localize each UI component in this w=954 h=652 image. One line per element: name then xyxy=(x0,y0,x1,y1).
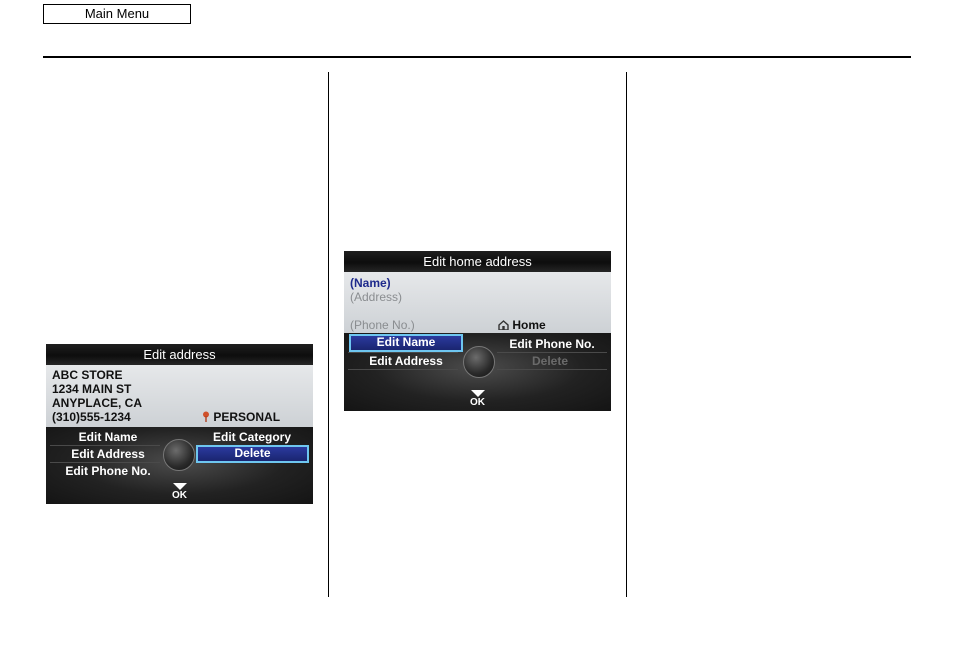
interface-knob[interactable] xyxy=(163,439,195,471)
place-street: 1234 MAIN ST xyxy=(52,382,132,396)
home-info-panel: (Name) (Address) (Phone No.) Home xyxy=(344,272,611,333)
header-divider xyxy=(43,56,911,58)
edit-category-button[interactable]: Edit Category xyxy=(196,429,308,445)
delete-button[interactable]: Delete xyxy=(196,445,309,463)
home-name: (Name) xyxy=(350,276,391,290)
place-city: ANYPLACE, CA xyxy=(52,396,143,410)
column-divider-right xyxy=(626,72,627,597)
category-indicator: PERSONAL xyxy=(202,410,280,424)
home-label: Home xyxy=(512,318,546,332)
place-phone: (310)555-1234 xyxy=(52,410,131,424)
main-menu-button[interactable]: Main Menu xyxy=(43,4,191,24)
edit-address-button[interactable]: Edit Address xyxy=(350,353,462,369)
ok-label: OK xyxy=(172,490,187,501)
home-indicator: Home xyxy=(498,318,546,332)
interface-knob[interactable] xyxy=(463,346,495,378)
screen-title: Edit home address xyxy=(344,251,611,272)
ok-arrow-icon xyxy=(173,483,187,490)
ok-label: OK xyxy=(470,397,485,408)
place-name: ABC STORE xyxy=(52,368,123,382)
menu-area: Edit Name Edit Address Edit Phone No. Ed… xyxy=(46,427,313,504)
screen-title: Edit address xyxy=(46,344,313,365)
row-divider xyxy=(348,369,458,370)
address-info-panel: ABC STORE 1234 MAIN ST ANYPLACE, CA (310… xyxy=(46,365,313,427)
menu-area: Edit Name Edit Address Edit Phone No. De… xyxy=(344,333,611,411)
category-label: PERSONAL xyxy=(213,410,281,424)
edit-home-address-screen: Edit home address (Name) (Address) (Phon… xyxy=(344,251,611,411)
edit-name-button[interactable]: Edit Name xyxy=(349,334,463,352)
home-phone: (Phone No.) xyxy=(350,318,415,332)
ok-arrow-icon xyxy=(471,390,485,397)
delete-button: Delete xyxy=(531,354,569,368)
home-address: (Address) xyxy=(350,290,403,304)
edit-phone-button[interactable]: Edit Phone No. xyxy=(496,336,608,352)
edit-phone-button[interactable]: Edit Phone No. xyxy=(52,463,164,479)
pin-icon xyxy=(203,411,209,422)
edit-name-button[interactable]: Edit Name xyxy=(52,429,164,445)
edit-address-screen: Edit address ABC STORE 1234 MAIN ST ANYP… xyxy=(46,344,313,504)
row-divider xyxy=(497,369,607,370)
home-icon xyxy=(498,320,509,330)
edit-address-button[interactable]: Edit Address xyxy=(52,446,164,462)
column-divider-left xyxy=(328,72,329,597)
